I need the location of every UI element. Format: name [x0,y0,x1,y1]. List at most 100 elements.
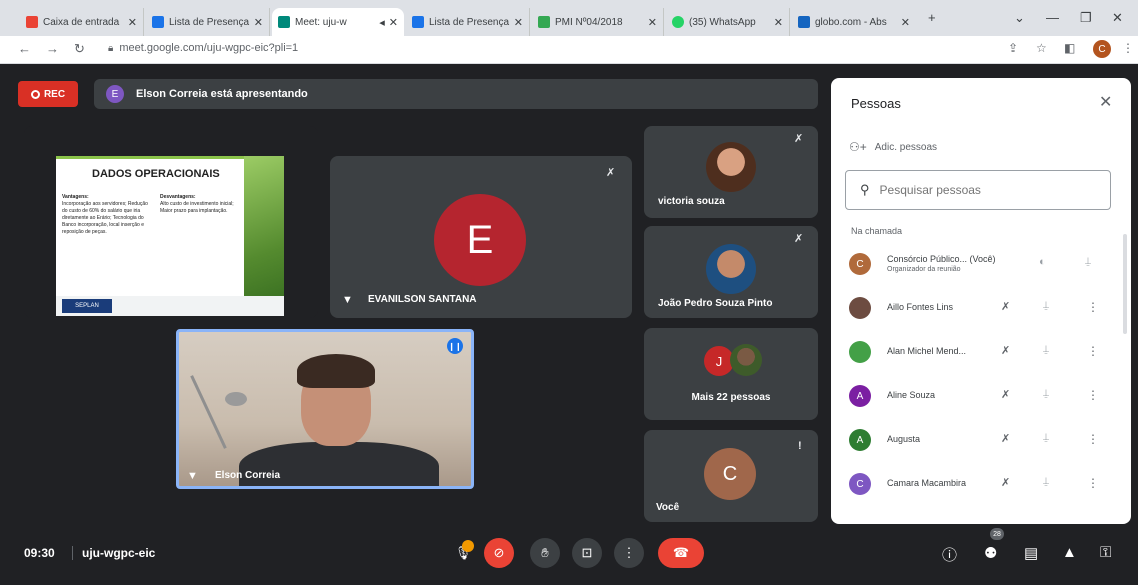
more-options-icon[interactable]: ⋮ [1087,476,1099,490]
camera-off-button[interactable]: ⊘ [484,538,514,568]
menu-icon[interactable]: ⋮ [1122,41,1134,55]
mic-off-icon: ✗ [794,233,804,245]
add-people-button[interactable]: ⚇+ Adic. pessoas [849,140,937,154]
slide-footer: SEPLAN [56,296,284,316]
participant-name: Você [656,502,680,513]
participant-name: Elson Correia [215,470,281,481]
pin-icon[interactable]: ⍊ [1085,256,1091,267]
sidepanel-icon[interactable]: ◧ [1064,41,1075,55]
participant-photo [730,344,762,376]
mic-off-icon: ✗ [1001,477,1011,489]
new-tab-button[interactable]: + [928,10,936,25]
close-icon[interactable]: ✕ [128,16,137,29]
profile-avatar[interactable]: C [1093,40,1111,58]
recording-badge: REC [18,81,78,107]
more-options-button[interactable]: ⋮ [614,538,644,568]
participant-row[interactable]: A Aline Souza ✗ ⍊ ⋮ [831,376,1131,416]
rec-label: REC [43,88,66,100]
page-icon [538,16,550,28]
participant-avatar: C [849,473,871,495]
participant-tile-elson[interactable]: ❙❙ ▼ Elson Correia [176,329,474,489]
reload-icon[interactable]: ↻ [74,41,85,57]
participant-avatar: A [849,429,871,451]
maximize-icon[interactable]: ❐ [1080,10,1092,26]
presentation-slide: DADOS OPERACIONAIS Vantagens: Incorporaç… [56,156,284,316]
pin-icon[interactable]: ⍊ [1043,432,1049,443]
more-options-icon[interactable]: ⋮ [1087,432,1099,446]
participant-tile-victoria[interactable]: ✗ victoria souza [644,126,818,218]
presentation-tile[interactable]: DADOS OPERACIONAIS Vantagens: Incorporaç… [24,126,318,318]
present-button[interactable]: ⊡ [572,538,602,568]
participant-row[interactable]: A Augusta ✗ ⍊ ⋮ [831,420,1131,460]
share-icon[interactable]: ⇪ [1008,41,1018,55]
tab-pmi[interactable]: PMI Nº04/2018 ✕ [532,8,664,36]
close-icon[interactable]: ✕ [1099,92,1112,112]
people-icon[interactable]: ⚉ [984,544,997,562]
star-icon[interactable]: ☆ [1036,41,1047,55]
speaking-indicator-icon: ❙❙ [447,338,463,354]
url-field[interactable]: 🔒︎ meet.google.com/uju-wgpc-eic?pli=1 [108,42,298,54]
participant-name: Camara Macambira [887,478,967,488]
participant-photo [706,244,756,294]
participant-tile-you[interactable]: ! C Você [644,430,818,522]
close-icon[interactable]: ✕ [901,16,910,29]
tab-title: Lista de Presença [429,16,510,28]
tab-globo[interactable]: globo.com - Abs ✕ [792,8,916,36]
tab-title: Lista de Presença [169,16,250,28]
tab-lista-1[interactable]: Lista de Presença ✕ [146,8,270,36]
search-people-field[interactable]: ⚲ [845,170,1111,210]
minimize-icon[interactable]: — [1046,10,1059,25]
participant-name: João Pedro Souza Pinto [658,298,773,309]
close-icon[interactable]: ✕ [389,16,398,29]
host-controls-icon[interactable]: ⚿ [1100,544,1111,561]
close-icon[interactable]: ✕ [254,16,263,29]
more-people-label: Mais 22 pessoas [691,392,771,403]
tab-search-icon[interactable]: ⌄ [1014,10,1025,26]
back-icon[interactable]: ← [18,41,31,56]
tab-whatsapp[interactable]: (35) WhatsApp ✕ [666,8,790,36]
pin-icon[interactable]: ▼ [342,294,353,306]
raise-hand-button[interactable]: ✋︎ [530,538,560,568]
window-close-icon[interactable]: ✕ [1112,10,1123,26]
participant-avatar: C [704,448,756,500]
close-icon[interactable]: ✕ [514,16,523,29]
more-options-icon[interactable]: ⋮ [1087,388,1099,402]
tab-title: PMI Nº04/2018 [555,16,623,28]
participant-row[interactable]: Alan Michel Mend... ✗ ⍊ ⋮ [831,332,1131,372]
pin-icon[interactable]: ⍊ [1043,300,1049,311]
participant-tile-joao[interactable]: ✗ João Pedro Souza Pinto [644,226,818,318]
tab-lista-2[interactable]: Lista de Presença ✕ [406,8,530,36]
activities-icon[interactable]: ▲ [1062,544,1077,561]
sheets-icon [412,16,424,28]
record-icon [30,89,40,99]
participant-avatar [849,341,871,363]
pin-icon[interactable]: ⍊ [1043,388,1049,399]
pin-icon[interactable]: ⍊ [1043,344,1049,355]
tab-meet[interactable]: Meet: uju-w ◂ ✕ [272,8,404,36]
info-icon[interactable]: ⓘ [942,544,957,565]
leave-call-button[interactable]: ☎︎ [658,538,704,568]
meeting-code[interactable]: uju-wgpc-eic [82,546,155,560]
close-icon[interactable]: ✕ [648,16,657,29]
forward-icon[interactable]: → [46,41,59,56]
tab-gmail[interactable]: Caixa de entrada ✕ [20,8,144,36]
participant-row[interactable]: Aillo Fontes Lins ✗ ⍊ ⋮ [831,288,1131,328]
meet-stage: REC E Elson Correia está apresentando DA… [0,64,1138,585]
participant-photo [706,142,756,192]
pin-icon[interactable]: ▼ [187,470,198,482]
participant-tile-more[interactable]: J Mais 22 pessoas [644,328,818,420]
mic-off-icon: ✗ [794,133,804,145]
in-call-heading: Na chamada [851,226,903,236]
more-options-icon[interactable]: ⋮ [1087,344,1099,358]
pin-icon[interactable]: ⍊ [1043,476,1049,487]
participant-tile-evanilson[interactable]: ✗ E ▼ EVANILSON SANTANA [330,156,632,318]
alert-icon: ! [798,440,802,452]
people-count-badge: 28 [990,528,1004,540]
close-icon[interactable]: ✕ [774,16,783,29]
search-input[interactable] [879,183,1080,197]
participant-row[interactable]: C Camara Macambira ✗ ⍊ ⋮ [831,464,1131,504]
more-options-icon[interactable]: ⋮ [1087,300,1099,314]
chat-icon[interactable]: ▤ [1024,544,1038,562]
participant-row[interactable]: C Consórcio Público... (Você) Organizado… [831,244,1131,284]
participant-avatar: C [849,253,871,275]
